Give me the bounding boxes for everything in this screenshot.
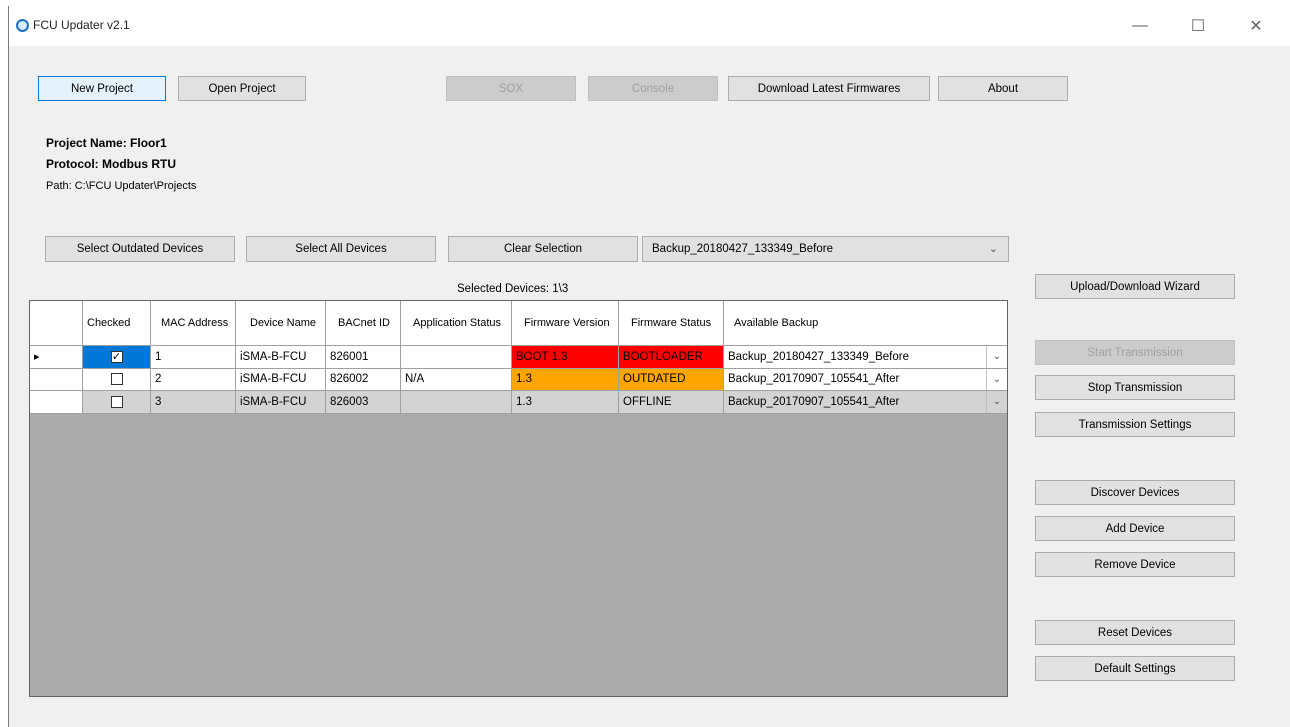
project-name-label: Project Name: Floor1 xyxy=(46,136,167,150)
reset-devices-button[interactable]: Reset Devices xyxy=(1035,620,1235,645)
row-selector[interactable] xyxy=(30,368,83,391)
remove-device-button[interactable]: Remove Device xyxy=(1035,552,1235,577)
header-firmware-status[interactable]: Firmware Status xyxy=(619,301,724,346)
current-row-arrow-icon: ▸ xyxy=(34,351,40,364)
header-bacnet-id[interactable]: BACnet ID xyxy=(326,301,401,346)
application-status-cell[interactable] xyxy=(401,346,512,369)
stop-transmission-button[interactable]: Stop Transmission xyxy=(1035,375,1235,400)
path-label: Path: C:\FCU Updater\Projects xyxy=(46,180,197,192)
header-row-selector xyxy=(30,301,83,346)
firmware-version-cell[interactable]: BOOT 1.3 xyxy=(512,346,619,369)
available-backup-cell[interactable]: Backup_20170907_105541_After ⌄ xyxy=(724,391,1007,414)
download-firmwares-button[interactable]: Download Latest Firmwares xyxy=(728,76,930,101)
mac-address-cell[interactable]: 3 xyxy=(151,391,236,414)
app-logo-icon xyxy=(16,19,29,32)
chevron-down-icon[interactable]: ⌄ xyxy=(986,368,1007,390)
table-row[interactable]: 2 iSMA-B-FCU 826002 N/A 1.3 OUTDATED Backup_20… xyxy=(30,368,1007,391)
select-outdated-button[interactable]: Select Outdated Devices xyxy=(45,236,235,262)
clear-selection-button[interactable]: Clear Selection xyxy=(448,236,638,262)
bacnet-id-cell[interactable]: 826001 xyxy=(326,346,401,369)
bacnet-id-cell[interactable]: 826002 xyxy=(326,368,401,391)
sox-button[interactable]: SOX xyxy=(446,76,576,101)
firmware-status-cell[interactable]: BOOTLOADER xyxy=(619,346,724,369)
upload-download-wizard-button[interactable]: Upload/Download Wizard xyxy=(1035,274,1235,299)
mac-address-cell[interactable]: 1 xyxy=(151,346,236,369)
maximize-icon[interactable]: ☐ xyxy=(1175,12,1221,40)
table-row[interactable]: 3 iSMA-B-FCU 826003 1.3 OFFLINE Backup_201709… xyxy=(30,391,1007,414)
device-name-cell[interactable]: iSMA-B-FCU xyxy=(236,346,326,369)
available-backup-cell[interactable]: Backup_20170907_105541_After ⌄ xyxy=(724,368,1007,391)
header-mac-address[interactable]: MAC Address xyxy=(151,301,236,346)
firmware-status-cell[interactable]: OFFLINE xyxy=(619,391,724,414)
checked-cell[interactable] xyxy=(83,391,151,414)
table-header: Checked MAC Address Device Name BACnet I… xyxy=(30,301,1007,346)
header-firmware-version[interactable]: Firmware Version xyxy=(512,301,619,346)
new-project-button[interactable]: New Project xyxy=(38,76,166,101)
select-all-button[interactable]: Select All Devices xyxy=(246,236,436,262)
mac-address-cell[interactable]: 2 xyxy=(151,368,236,391)
default-settings-button[interactable]: Default Settings xyxy=(1035,656,1235,681)
row-checkbox[interactable] xyxy=(110,395,123,408)
header-application-status[interactable]: Application Status xyxy=(401,301,512,346)
header-checked[interactable]: Checked xyxy=(83,301,151,346)
open-project-button[interactable]: Open Project xyxy=(178,76,306,101)
close-icon[interactable]: ✕ xyxy=(1233,12,1279,40)
bacnet-id-cell[interactable]: 826003 xyxy=(326,391,401,414)
backup-dropdown[interactable]: Backup_20180427_133349_Before ⌄ xyxy=(642,236,1009,262)
about-button[interactable]: About xyxy=(938,76,1068,101)
console-button[interactable]: Console xyxy=(588,76,718,101)
header-device-name[interactable]: Device Name xyxy=(236,301,326,346)
row-selector[interactable] xyxy=(30,391,83,414)
header-available-backup[interactable]: Available Backup xyxy=(724,301,1007,346)
available-backup-value: Backup_20170907_105541_After xyxy=(728,395,900,408)
protocol-label: Protocol: Modbus RTU xyxy=(46,157,176,171)
application-status-cell[interactable] xyxy=(401,391,512,414)
chevron-down-icon[interactable]: ⌄ xyxy=(986,346,1007,368)
available-backup-value: Backup_20180427_133349_Before xyxy=(728,350,909,363)
firmware-version-cell[interactable]: 1.3 xyxy=(512,391,619,414)
window-title: FCU Updater v2.1 xyxy=(33,18,130,32)
selected-devices-count: Selected Devices: 1\3 xyxy=(457,283,569,295)
transmission-settings-button[interactable]: Transmission Settings xyxy=(1035,412,1235,437)
chevron-down-icon: ⌄ xyxy=(988,243,998,255)
application-status-cell[interactable]: N/A xyxy=(401,368,512,391)
row-checkbox[interactable]: ✓ xyxy=(110,350,123,363)
row-selector[interactable]: ▸ xyxy=(30,346,83,369)
device-name-cell[interactable]: iSMA-B-FCU xyxy=(236,368,326,391)
chevron-down-icon[interactable]: ⌄ xyxy=(986,391,1007,413)
firmware-status-cell[interactable]: OUTDATED xyxy=(619,368,724,391)
firmware-version-cell[interactable]: 1.3 xyxy=(512,368,619,391)
device-name-cell[interactable]: iSMA-B-FCU xyxy=(236,391,326,414)
available-backup-value: Backup_20170907_105541_After xyxy=(728,373,900,386)
discover-devices-button[interactable]: Discover Devices xyxy=(1035,480,1235,505)
devices-table: Checked MAC Address Device Name BACnet I… xyxy=(29,300,1008,697)
table-row[interactable]: ▸ ✓ 1 iSMA-B-FCU 826001 BOOT 1.3 BOOTLOADER Bac… xyxy=(30,346,1007,369)
title-bar: FCU Updater v2.1 — ☐ ✕ xyxy=(9,6,1290,46)
checked-cell[interactable]: ✓ xyxy=(83,346,151,369)
add-device-button[interactable]: Add Device xyxy=(1035,516,1235,541)
backup-dropdown-value: Backup_20180427_133349_Before xyxy=(652,243,833,255)
available-backup-cell[interactable]: Backup_20180427_133349_Before ⌄ xyxy=(724,346,1007,369)
checked-cell[interactable] xyxy=(83,368,151,391)
minimize-icon[interactable]: — xyxy=(1117,12,1163,40)
start-transmission-button[interactable]: Start Transmission xyxy=(1035,340,1235,365)
row-checkbox[interactable] xyxy=(110,373,123,386)
